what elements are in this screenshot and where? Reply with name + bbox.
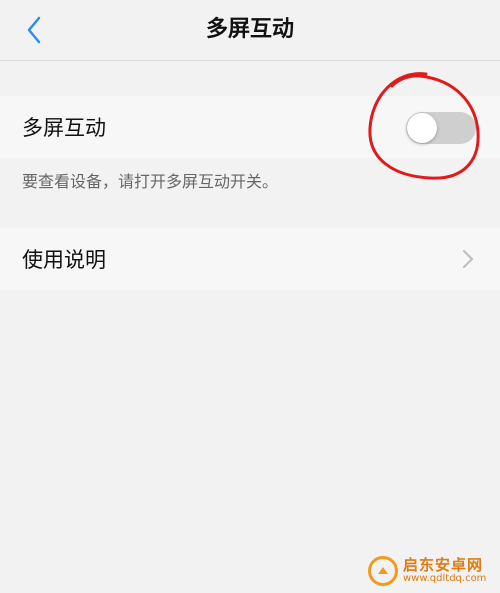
chevron-right-icon xyxy=(463,250,473,268)
multi-screen-label: 多屏互动 xyxy=(22,116,106,140)
multi-screen-hint: 要查看设备，请打开多屏互动开关。 xyxy=(22,172,279,191)
toggle-knob xyxy=(407,113,437,143)
instructions-row[interactable]: 使用说明 xyxy=(0,228,500,290)
top-bar: 多屏互动 xyxy=(0,0,500,61)
watermark-name: 启东安卓网 xyxy=(403,555,484,574)
annotation-circle xyxy=(368,72,480,180)
watermark-logo-icon xyxy=(368,555,398,586)
watermark-logo-mark-icon xyxy=(378,566,388,574)
page-title: 多屏互动 xyxy=(205,17,294,42)
instructions-label: 使用说明 xyxy=(22,248,106,272)
watermark: 启东安卓网 www.qdltdq.com xyxy=(368,548,500,593)
multi-screen-toggle[interactable] xyxy=(406,112,476,144)
watermark-url: www.qdltdq.com xyxy=(403,573,487,585)
